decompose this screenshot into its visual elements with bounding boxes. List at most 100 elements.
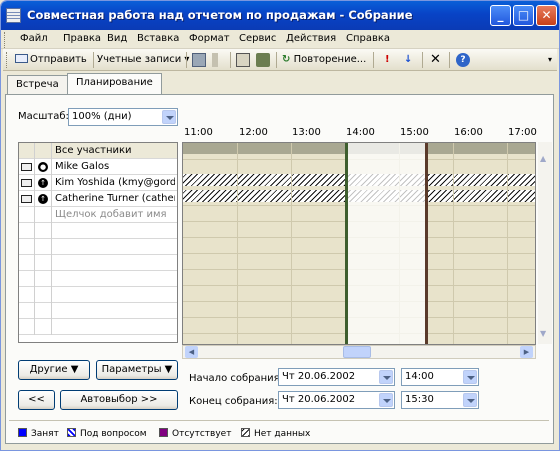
time-header: 11:00 12:00 13:00 14:00 15:00 16:00 17:0… (182, 123, 537, 141)
attendee-list: Все участники ● Mike Galos ↑ Kim Yoshida… (18, 142, 178, 343)
attendee-header: Все участники (55, 145, 132, 156)
attendee-row[interactable]: ● Mike Galos (19, 159, 177, 175)
help-icon[interactable]: ? (456, 53, 470, 67)
zoom-label: Масштаб: (18, 111, 69, 122)
menu-view[interactable]: Вид (107, 33, 127, 44)
autopick-next-button[interactable]: Автовыбор >> (60, 390, 178, 410)
others-button[interactable]: Другие ▼ (18, 360, 90, 380)
envelope-icon (15, 54, 28, 63)
start-date-field[interactable]: Чт 20.06.2002 (278, 368, 395, 386)
chevron-down-icon (379, 370, 393, 384)
legend-nodata: Нет данных (241, 428, 310, 439)
end-time-field[interactable]: 15:30 (401, 391, 479, 409)
meeting-window: Совместная работа над отчетом по продажа… (0, 0, 560, 451)
free-busy-grid[interactable] (182, 142, 536, 345)
add-attendee-row[interactable]: Щелчок добавит имя (19, 207, 177, 223)
close-button[interactable]: ✕ (536, 5, 557, 26)
delete-icon[interactable]: ✕ (430, 52, 441, 68)
standard-toolbar: Отправить Учетные записи ▾ ↻ Повторение.… (3, 49, 557, 71)
scroll-right-icon[interactable]: ▶ (520, 346, 533, 358)
legend-busy: Занят (18, 428, 59, 439)
toolbar-grip-icon (6, 52, 9, 68)
recurrence-label: Повторение... (293, 54, 367, 65)
recurrence-button[interactable]: ↻ Повторение... (282, 52, 366, 68)
chevron-down-icon (379, 393, 393, 407)
importance-high-icon[interactable]: ! (385, 52, 390, 68)
end-time-value: 15:30 (405, 394, 434, 405)
scroll-left-icon[interactable]: ◀ (185, 346, 198, 358)
title-bar[interactable]: Совместная работа над отчетом по продажа… (1, 1, 559, 30)
attendee-name[interactable]: Catherine Turner (catherne (55, 193, 175, 204)
menu-format[interactable]: Формат (189, 33, 230, 44)
attendee-header-row: Все участники (19, 143, 177, 159)
chevron-down-icon (162, 110, 176, 124)
horizontal-scrollbar[interactable]: ◀ ▶ (182, 345, 536, 359)
menu-tools[interactable]: Сервис (239, 33, 276, 44)
time-label: 16:00 (454, 127, 483, 138)
importance-low-icon[interactable]: ↓ (404, 52, 412, 68)
attendee-row[interactable]: ↑ Kim Yoshida (kmy@gordcnc (19, 175, 177, 191)
legend-away: Отсутствует (159, 428, 231, 439)
menu-actions[interactable]: Действия (286, 33, 336, 44)
time-label: 14:00 (346, 127, 375, 138)
check-names-icon[interactable] (256, 53, 270, 67)
tab-scheduling[interactable]: Планирование (67, 73, 162, 96)
print-icon[interactable] (192, 53, 206, 67)
zoom-select[interactable]: 100% (дни) (68, 108, 178, 126)
legend-busy-label: Занят (31, 429, 59, 439)
chevron-down-icon (463, 393, 477, 407)
busy-swatch (18, 428, 27, 437)
menu-help[interactable]: Справка (346, 33, 390, 44)
envelope-icon (21, 195, 32, 203)
attendee-row[interactable]: ↑ Catherine Turner (catherne (19, 191, 177, 207)
time-label: 15:00 (400, 127, 429, 138)
vertical-scrollbar[interactable]: ▲ ▼ (538, 142, 552, 344)
meeting-icon (6, 8, 21, 23)
scroll-thumb[interactable] (343, 346, 371, 358)
end-label: Конец собрания: (189, 396, 278, 407)
accounts-button[interactable]: Учетные записи ▾ (97, 52, 189, 68)
tentative-swatch (67, 428, 76, 437)
start-date-value: Чт 20.06.2002 (282, 371, 356, 382)
accounts-label: Учетные записи (97, 54, 182, 65)
autopick-previous-button[interactable]: << (18, 390, 55, 410)
start-time-field[interactable]: 14:00 (401, 368, 479, 386)
add-attendee-hint[interactable]: Щелчок добавит имя (55, 209, 175, 220)
maximize-button[interactable]: □ (513, 5, 534, 26)
end-date-field[interactable]: Чт 20.06.2002 (278, 391, 395, 409)
options-label: Параметры (101, 364, 162, 375)
send-button[interactable]: Отправить (15, 52, 87, 68)
meeting-selection[interactable] (345, 143, 428, 344)
time-label: 17:00 (508, 127, 537, 138)
attach-icon[interactable] (212, 53, 218, 67)
options-button[interactable]: Параметры ▼ (96, 360, 178, 380)
toolbar-options-icon[interactable]: ▾ (548, 52, 552, 68)
scroll-down-icon[interactable]: ▼ (540, 329, 546, 338)
window-title: Совместная работа над отчетом по продажа… (27, 8, 413, 22)
chevron-down-icon (463, 370, 477, 384)
start-time-value: 14:00 (405, 371, 434, 382)
time-label: 12:00 (239, 127, 268, 138)
legend-away-label: Отсутствует (172, 429, 232, 439)
end-date-value: Чт 20.06.2002 (282, 394, 356, 405)
required-attendee-icon: ↑ (38, 194, 48, 204)
menu-insert[interactable]: Вставка (137, 33, 179, 44)
envelope-icon (21, 163, 32, 171)
attendee-name[interactable]: Mike Galos (55, 161, 175, 172)
no-data-swatch (241, 428, 250, 437)
menu-grip-icon (4, 32, 7, 48)
time-label: 11:00 (184, 127, 213, 138)
envelope-icon (21, 179, 32, 187)
menu-file[interactable]: Файл (20, 33, 48, 44)
menu-edit[interactable]: Правка (63, 33, 101, 44)
attendee-name[interactable]: Kim Yoshida (kmy@gordcnc (55, 177, 175, 188)
tab-appointment[interactable]: Встреча (7, 75, 68, 95)
minimize-button[interactable]: _ (490, 5, 511, 26)
scroll-up-icon[interactable]: ▲ (540, 154, 546, 163)
recurrence-icon: ↻ (282, 54, 291, 65)
legend-tentative-label: Под вопросом (80, 429, 147, 439)
required-attendee-icon: ↑ (38, 178, 48, 188)
address-book-icon[interactable] (236, 53, 250, 67)
zoom-value: 100% (дни) (72, 111, 132, 122)
legend-tentative: Под вопросом (67, 428, 147, 439)
